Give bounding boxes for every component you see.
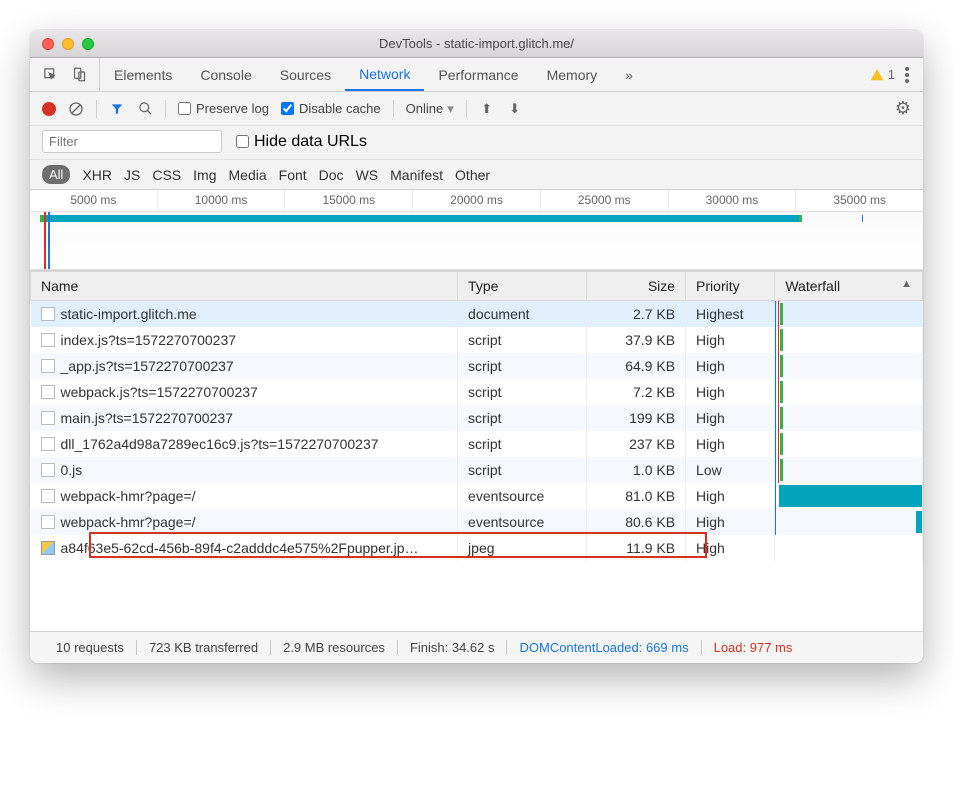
file-icon [41, 515, 55, 529]
record-button[interactable] [42, 102, 56, 116]
tab-bar: ElementsConsoleSourcesNetworkPerformance… [30, 58, 923, 92]
timeline-tick: 20000 ms [412, 190, 540, 211]
type-filter-xhr[interactable]: XHR [82, 167, 112, 183]
more-tabs[interactable]: » [611, 58, 647, 91]
devtools-window: DevTools - static-import.glitch.me/ Elem… [30, 30, 923, 663]
throttling-select[interactable]: Online▾ [406, 101, 454, 117]
col-name[interactable]: Name [31, 272, 458, 301]
inspect-icon[interactable] [43, 67, 58, 82]
file-icon [41, 385, 55, 399]
file-icon [41, 333, 55, 347]
file-icon [41, 489, 55, 503]
file-icon [41, 359, 55, 373]
table-row[interactable]: a84f63e5-62cd-456b-89f4-c2adddc4e575%2Fp… [31, 535, 923, 561]
tab-memory[interactable]: Memory [533, 58, 612, 91]
table-row[interactable]: webpack-hmr?page=/eventsource81.0 KBHigh [31, 483, 923, 509]
col-type[interactable]: Type [458, 272, 587, 301]
footer-dcl: DOMContentLoaded: 669 ms [506, 640, 700, 655]
file-icon [41, 463, 55, 477]
type-filter-ws[interactable]: WS [356, 167, 379, 183]
col-waterfall[interactable]: Waterfall▲ [775, 272, 923, 301]
timeline-tick: 30000 ms [668, 190, 796, 211]
type-filter-css[interactable]: CSS [152, 167, 181, 183]
table-row[interactable]: static-import.glitch.medocument2.7 KBHig… [31, 301, 923, 328]
footer-transferred: 723 KB transferred [136, 640, 270, 655]
table-row[interactable]: webpack.js?ts=1572270700237script7.2 KBH… [31, 379, 923, 405]
table-row[interactable]: dll_1762a4d98a7289ec16c9.js?ts=157227070… [31, 431, 923, 457]
inspect-tools [30, 58, 100, 91]
type-filter-img[interactable]: Img [193, 167, 216, 183]
tab-network[interactable]: Network [345, 58, 424, 91]
footer-resources: 2.9 MB resources [270, 640, 397, 655]
type-filter-other[interactable]: Other [455, 167, 490, 183]
type-filter-media[interactable]: Media [229, 167, 267, 183]
search-icon[interactable] [137, 101, 153, 117]
tab-sources[interactable]: Sources [266, 58, 345, 91]
type-filter-font[interactable]: Font [279, 167, 307, 183]
file-icon [41, 307, 55, 321]
timeline-tick: 15000 ms [284, 190, 412, 211]
col-priority[interactable]: Priority [686, 272, 775, 301]
footer-finish: Finish: 34.62 s [397, 640, 507, 655]
status-bar: 10 requests 723 KB transferred 2.9 MB re… [30, 631, 923, 663]
tab-elements[interactable]: Elements [100, 58, 186, 91]
network-toolbar: Preserve log Disable cache Online▾ ⬆ ⬇ ⚙ [30, 92, 923, 126]
request-table: Name Type Size Priority Waterfall▲ stati… [30, 271, 923, 631]
window-title: DevTools - static-import.glitch.me/ [30, 36, 923, 51]
footer-requests: 10 requests [44, 640, 136, 655]
filter-icon[interactable] [109, 101, 125, 117]
table-row[interactable]: 0.jsscript1.0 KBLow [31, 457, 923, 483]
settings-icon[interactable]: ⚙ [895, 98, 911, 119]
kebab-menu[interactable] [905, 67, 909, 83]
timeline-tick: 35000 ms [795, 190, 923, 211]
timeline-tick: 25000 ms [540, 190, 668, 211]
type-filter-manifest[interactable]: Manifest [390, 167, 443, 183]
warning-icon [870, 68, 884, 82]
timeline[interactable]: 5000 ms10000 ms15000 ms20000 ms25000 ms3… [30, 190, 923, 271]
table-row[interactable]: main.js?ts=1572270700237script199 KBHigh [31, 405, 923, 431]
type-filter-doc[interactable]: Doc [319, 167, 344, 183]
type-filter-row: All XHR JS CSS Img Media Font Doc WS Manifest Othe… [30, 160, 923, 190]
preserve-log-checkbox[interactable]: Preserve log [178, 101, 269, 116]
disable-cache-checkbox[interactable]: Disable cache [281, 101, 381, 116]
clear-button[interactable] [68, 101, 84, 117]
file-icon [41, 411, 55, 425]
col-size[interactable]: Size [586, 272, 685, 301]
upload-icon[interactable]: ⬆ [479, 101, 495, 117]
tab-performance[interactable]: Performance [424, 58, 532, 91]
table-row[interactable]: _app.js?ts=1572270700237script64.9 KBHig… [31, 353, 923, 379]
file-icon [41, 437, 55, 451]
footer-load: Load: 977 ms [701, 640, 805, 655]
type-filter-all[interactable]: All [42, 165, 70, 184]
timeline-tick: 5000 ms [30, 190, 157, 211]
filter-row: Hide data URLs [30, 126, 923, 160]
download-icon[interactable]: ⬇ [507, 101, 523, 117]
table-row[interactable]: index.js?ts=1572270700237script37.9 KBHi… [31, 327, 923, 353]
warning-badge[interactable]: 1 [870, 67, 895, 82]
tab-console[interactable]: Console [186, 58, 265, 91]
type-filter-js[interactable]: JS [124, 167, 140, 183]
timeline-tick: 10000 ms [157, 190, 285, 211]
titlebar: DevTools - static-import.glitch.me/ [30, 30, 923, 58]
device-icon[interactable] [72, 67, 87, 82]
table-row[interactable]: webpack-hmr?page=/eventsource80.6 KBHigh [31, 509, 923, 535]
filter-input[interactable] [42, 130, 222, 153]
hide-data-urls-checkbox[interactable]: Hide data URLs [236, 133, 367, 151]
file-icon [41, 541, 55, 555]
